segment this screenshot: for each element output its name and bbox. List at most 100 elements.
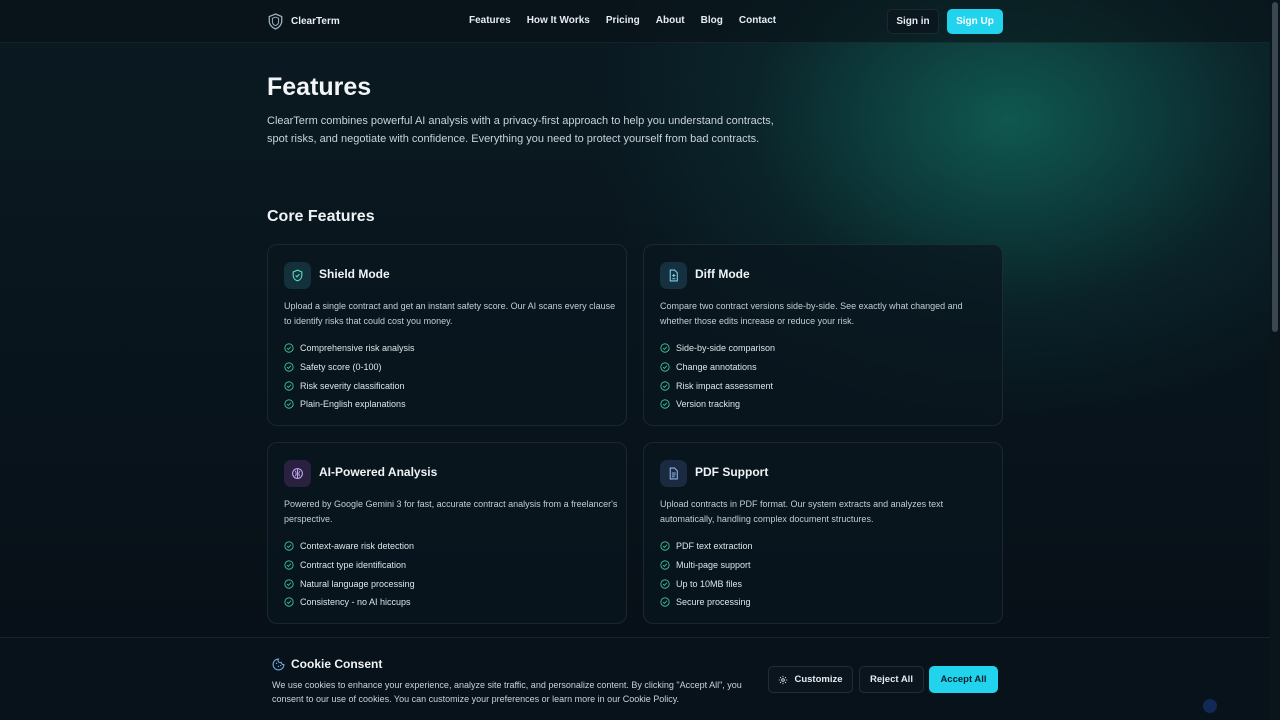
card-icon-box	[284, 262, 311, 289]
sign-in-button[interactable]: Sign in	[887, 9, 939, 34]
list-item: Change annotations	[660, 358, 775, 377]
list-item: Multi-page support	[660, 556, 753, 575]
shield-icon	[292, 269, 303, 282]
card-icon-box	[660, 262, 687, 289]
check-circle-icon	[284, 362, 294, 372]
feature-label: Secure processing	[676, 597, 751, 608]
check-circle-icon	[284, 579, 294, 589]
list-item: Consistency - no AI hiccups	[284, 593, 415, 612]
check-circle-icon	[284, 343, 294, 353]
check-circle-icon	[660, 597, 670, 607]
nav-links: Features How It Works Pricing About Blog…	[469, 15, 776, 26]
feature-label: Comprehensive risk analysis	[300, 343, 415, 354]
customize-label: Customize	[794, 674, 843, 685]
brand-logo[interactable]: ClearTerm	[268, 13, 340, 30]
page-description: ClearTerm combines powerful AI analysis …	[267, 115, 774, 145]
feature-label: Risk impact assessment	[676, 380, 774, 391]
list-item: Secure processing	[660, 593, 753, 612]
sign-up-button[interactable]: Sign Up	[947, 9, 1003, 34]
check-circle-icon	[284, 381, 294, 391]
feature-label: Context-aware risk detection	[300, 541, 415, 552]
feature-label: Contract type identification	[300, 560, 407, 571]
accept-all-button[interactable]: Accept All	[929, 666, 998, 693]
nav-link-blog[interactable]: Blog	[701, 15, 723, 26]
reject-all-button[interactable]: Reject All	[859, 666, 924, 693]
nav-link-features[interactable]: Features	[469, 15, 511, 26]
check-circle-icon	[284, 541, 294, 551]
card-title: AI-Powered Analysis	[319, 465, 438, 479]
file-diff-icon	[669, 269, 678, 282]
check-circle-icon	[660, 399, 670, 409]
feature-label: Safety score (0-100)	[300, 362, 382, 373]
check-circle-icon	[284, 399, 294, 409]
scrollbar-thumb[interactable]	[1272, 2, 1278, 332]
list-item: Version tracking	[660, 395, 775, 414]
top-nav: ClearTerm Features How It Works Pricing …	[0, 0, 1270, 43]
feature-list: Context-aware risk detection Contract ty…	[284, 537, 415, 612]
feature-label: Version tracking	[676, 399, 741, 410]
cookie-title: Cookie Consent	[291, 657, 383, 671]
list-item: PDF text extraction	[660, 537, 753, 556]
card-icon-box	[660, 460, 687, 487]
nav-link-how-it-works[interactable]: How It Works	[527, 15, 590, 26]
cookie-header: Cookie Consent	[272, 657, 382, 671]
feature-card-diff-mode: Diff Mode Compare two contract versions …	[643, 244, 1003, 426]
page-background	[0, 0, 1280, 720]
gear-icon	[779, 675, 788, 684]
check-circle-icon	[660, 343, 670, 353]
feature-label: Consistency - no AI hiccups	[300, 597, 411, 608]
check-circle-icon	[660, 541, 670, 551]
floating-widget-icon[interactable]	[1203, 699, 1217, 713]
check-circle-icon	[660, 579, 670, 589]
card-description: Compare two contract versions side-by-si…	[660, 301, 963, 326]
cookie-consent-banner: Cookie Consent We use cookies to enhance…	[0, 637, 1270, 720]
section-title: Core Features	[267, 208, 375, 225]
feature-label: Risk severity classification	[300, 380, 405, 391]
card-description: Upload contracts in PDF format. Our syst…	[660, 499, 944, 524]
nav-link-about[interactable]: About	[656, 15, 685, 26]
brain-icon	[292, 468, 303, 479]
feature-label: Plain-English explanations	[300, 399, 406, 410]
check-circle-icon	[660, 362, 670, 372]
file-text-icon	[669, 467, 678, 480]
list-item: Risk severity classification	[284, 376, 415, 395]
check-circle-icon	[284, 560, 294, 570]
feature-label: Multi-page support	[676, 560, 751, 571]
card-description: Upload a single contract and get an inst…	[284, 301, 616, 326]
feature-label: Up to 10MB files	[676, 578, 743, 589]
brand-name: ClearTerm	[291, 16, 340, 27]
nav-link-pricing[interactable]: Pricing	[606, 15, 640, 26]
feature-list: Comprehensive risk analysis Safety score…	[284, 339, 415, 414]
list-item: Contract type identification	[284, 556, 415, 575]
feature-label: PDF text extraction	[676, 541, 753, 552]
list-item: Side-by-side comparison	[660, 339, 775, 358]
card-title: Diff Mode	[695, 267, 750, 281]
feature-card-pdf-support: PDF Support Upload contracts in PDF form…	[643, 442, 1003, 624]
card-title: PDF Support	[695, 465, 769, 479]
feature-label: Natural language processing	[300, 578, 415, 589]
check-circle-icon	[284, 597, 294, 607]
scrollbar[interactable]	[1270, 0, 1280, 720]
card-description: Powered by Google Gemini 3 for fast, acc…	[284, 499, 618, 524]
feature-card-shield-mode: Shield Mode Upload a single contract and…	[267, 244, 627, 426]
list-item: Comprehensive risk analysis	[284, 339, 415, 358]
feature-card-ai-powered-analysis: AI-Powered Analysis Powered by Google Ge…	[267, 442, 627, 624]
feature-label: Side-by-side comparison	[676, 343, 776, 354]
cookie-text: We use cookies to enhance your experienc…	[272, 680, 742, 704]
nav-link-contact[interactable]: Contact	[739, 15, 776, 26]
list-item: Context-aware risk detection	[284, 537, 415, 556]
list-item: Plain-English explanations	[284, 395, 415, 414]
feature-label: Change annotations	[676, 362, 757, 373]
cookie-icon	[272, 658, 285, 670]
customize-button[interactable]: Customize	[768, 666, 853, 693]
check-circle-icon	[660, 381, 670, 391]
card-icon-box	[284, 460, 311, 487]
list-item: Risk impact assessment	[660, 376, 775, 395]
shield-logo-icon	[268, 13, 283, 30]
check-circle-icon	[660, 560, 670, 570]
list-item: Natural language processing	[284, 574, 415, 593]
feature-list: PDF text extraction Multi-page support U…	[660, 537, 753, 612]
card-title: Shield Mode	[319, 267, 390, 281]
page-title: Features	[267, 73, 372, 101]
feature-list: Side-by-side comparison Change annotatio…	[660, 339, 775, 414]
